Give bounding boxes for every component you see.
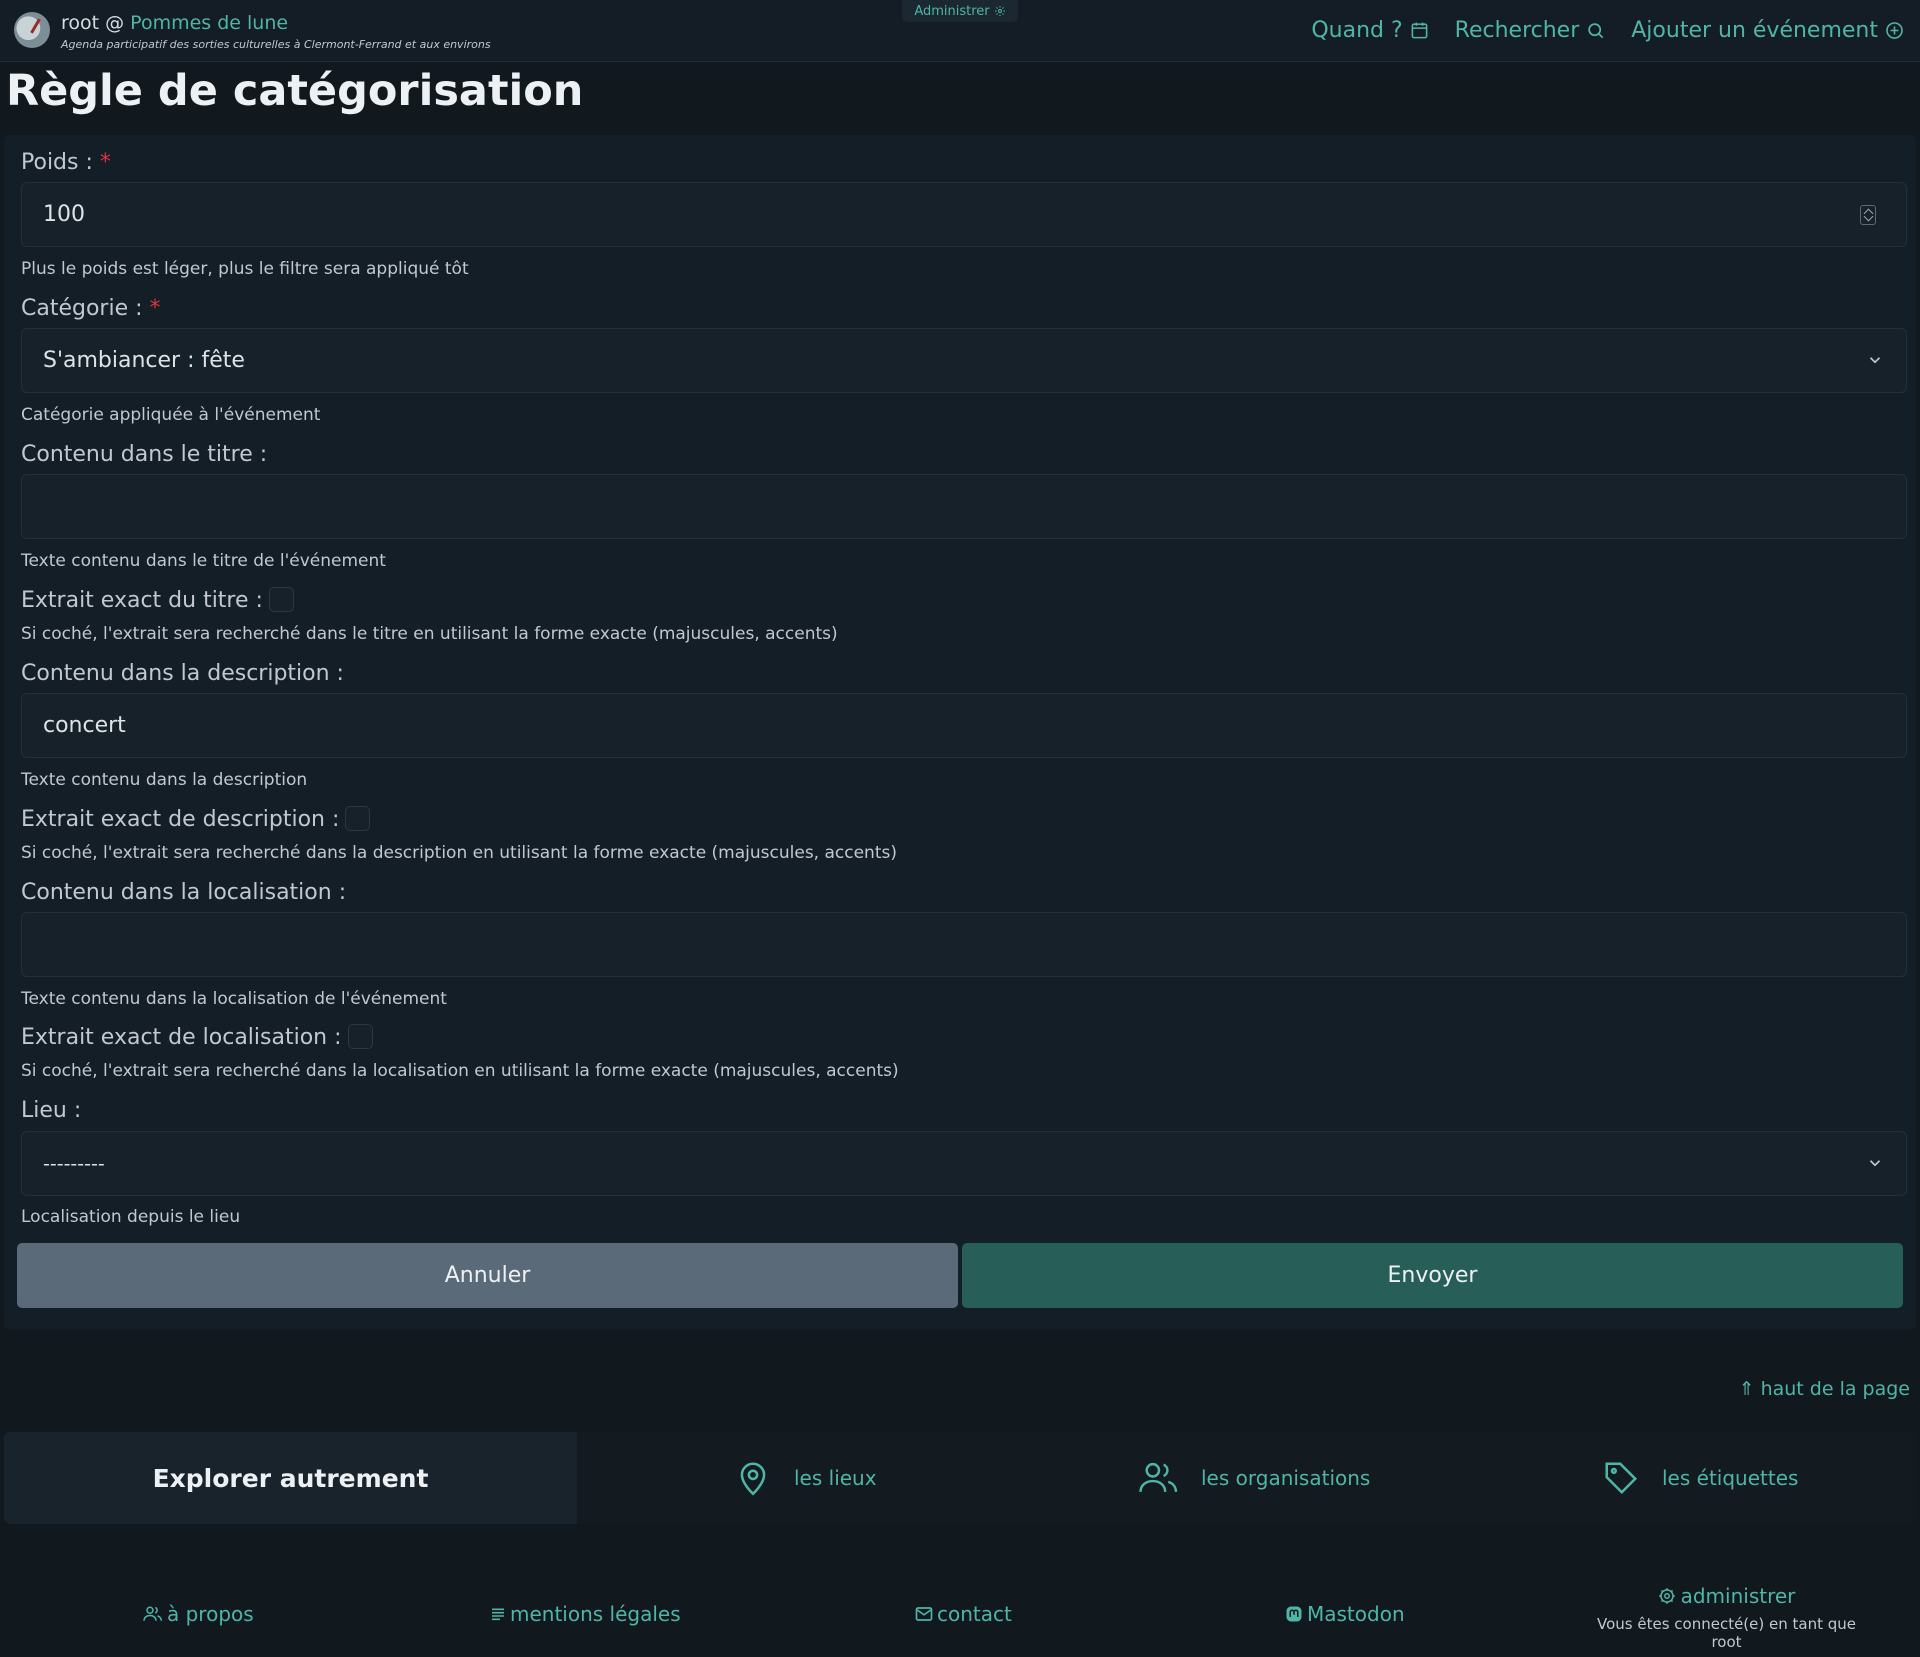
weight-input[interactable]: 100 bbox=[21, 182, 1907, 247]
users-icon bbox=[1139, 1459, 1179, 1497]
site-name-link[interactable]: Pommes de lune bbox=[130, 12, 288, 34]
desc-content-label: Contenu dans la description : bbox=[21, 661, 344, 686]
weight-label-text: Poids : bbox=[21, 150, 93, 175]
explore-organisations-label: les organisations bbox=[1201, 1466, 1371, 1490]
footer-contact-label: contact bbox=[937, 1602, 1012, 1626]
page-title: Règle de catégorisation bbox=[6, 66, 584, 116]
site-brand: root @ Pommes de lune bbox=[61, 12, 288, 34]
desc-exact-checkbox[interactable] bbox=[345, 805, 371, 831]
title-exact-help: Si coché, l'extrait sera recherché dans … bbox=[21, 624, 838, 644]
explore-title: Explorer autrement bbox=[4, 1432, 577, 1524]
weight-label: Poids : * bbox=[21, 150, 111, 175]
nav-when-label: Quand ? bbox=[1311, 18, 1403, 43]
footer-about-label: à propos bbox=[167, 1602, 254, 1626]
chevron-down-icon bbox=[1866, 351, 1884, 369]
footer-legal-link[interactable]: mentions légales bbox=[490, 1602, 681, 1626]
desc-exact-help: Si coché, l'extrait sera recherché dans … bbox=[21, 843, 897, 863]
category-select[interactable]: S'ambiancer : fête bbox=[21, 328, 1907, 393]
admin-tab-label: Administrer bbox=[914, 3, 990, 19]
footer-admin-label: administrer bbox=[1680, 1584, 1796, 1608]
desc-content-help: Texte contenu dans la description bbox=[21, 770, 308, 790]
footer-admin-block: administrer Vous êtes connecté(e) en tan… bbox=[1580, 1584, 1873, 1651]
nav-search-label: Rechercher bbox=[1454, 18, 1580, 43]
title-content-input[interactable] bbox=[21, 474, 1907, 539]
title-exact-label: Extrait exact du titre : bbox=[21, 586, 294, 614]
title-content-label: Contenu dans le titre : bbox=[21, 442, 268, 467]
required-marker: * bbox=[149, 296, 161, 321]
nav-add-event-label: Ajouter un événement bbox=[1631, 18, 1878, 43]
loc-exact-label: Extrait exact de localisation : bbox=[21, 1023, 373, 1051]
explore-organisations-link[interactable]: les organisations bbox=[1139, 1432, 1370, 1524]
back-to-top-link[interactable]: ⇑ haut de la page bbox=[1739, 1378, 1910, 1400]
map-pin-icon bbox=[734, 1459, 772, 1497]
tag-icon bbox=[1602, 1459, 1640, 1497]
title-exact-checkbox[interactable] bbox=[268, 586, 294, 612]
categorisation-rule-form: Poids : * 100 Plus le poids est léger, p… bbox=[4, 135, 1916, 1330]
category-help: Catégorie appliquée à l'événement bbox=[21, 405, 321, 425]
desc-content-input[interactable]: concert bbox=[21, 693, 1907, 758]
loc-content-help: Texte contenu dans la localisation de l'… bbox=[21, 989, 447, 1009]
category-label-text: Catégorie : bbox=[21, 296, 143, 321]
site-tagline: Agenda participatif des sorties culturel… bbox=[61, 38, 491, 51]
place-selected-value: --------- bbox=[43, 1152, 105, 1175]
main-nav: Quand ? Rechercher Ajouter un événement bbox=[1311, 18, 1904, 43]
footer-about-link[interactable]: à propos bbox=[143, 1602, 254, 1626]
search-icon bbox=[1586, 21, 1605, 40]
loc-exact-help: Si coché, l'extrait sera recherché dans … bbox=[21, 1061, 899, 1081]
number-spinner-icon[interactable] bbox=[1860, 205, 1876, 225]
mail-icon bbox=[915, 1606, 933, 1622]
loc-exact-checkbox[interactable] bbox=[347, 1023, 373, 1049]
nav-search[interactable]: Rechercher bbox=[1455, 18, 1606, 43]
explore-places-link[interactable]: les lieux bbox=[734, 1432, 877, 1524]
footer-legal-label: mentions légales bbox=[510, 1602, 681, 1626]
place-select[interactable]: --------- bbox=[21, 1131, 1907, 1196]
explore-section: Explorer autrement les lieux les organis… bbox=[4, 1432, 1916, 1524]
explore-tags-label: les étiquettes bbox=[1662, 1466, 1799, 1490]
place-label: Lieu : bbox=[21, 1098, 82, 1123]
footer-admin-link[interactable]: administrer bbox=[1658, 1584, 1796, 1608]
weight-help: Plus le poids est léger, plus le filtre … bbox=[21, 259, 469, 279]
loc-content-label: Contenu dans la localisation : bbox=[21, 880, 347, 905]
chevron-down-icon bbox=[1866, 1154, 1884, 1172]
current-user: root @ bbox=[61, 12, 131, 34]
site-logo[interactable] bbox=[14, 12, 50, 48]
loc-exact-label-text: Extrait exact de localisation : bbox=[21, 1025, 342, 1050]
desc-exact-label: Extrait exact de description : bbox=[21, 805, 371, 833]
place-help: Localisation depuis le lieu bbox=[21, 1207, 241, 1227]
loc-content-input[interactable] bbox=[21, 912, 1907, 977]
mastodon-icon bbox=[1285, 1605, 1303, 1623]
users-icon bbox=[143, 1605, 163, 1623]
explore-tags-link[interactable]: les étiquettes bbox=[1602, 1432, 1798, 1524]
cancel-button[interactable]: Annuler bbox=[17, 1243, 958, 1308]
desc-exact-label-text: Extrait exact de description : bbox=[21, 807, 340, 832]
footer-contact-link[interactable]: contact bbox=[915, 1602, 1012, 1626]
text-lines-icon bbox=[490, 1606, 506, 1622]
nav-add-event[interactable]: Ajouter un événement bbox=[1631, 18, 1904, 43]
title-content-help: Texte contenu dans le titre de l'événeme… bbox=[21, 551, 386, 571]
category-label: Catégorie : * bbox=[21, 296, 161, 321]
footer-mastodon-link[interactable]: Mastodon bbox=[1285, 1602, 1405, 1626]
gear-icon bbox=[994, 5, 1006, 17]
title-exact-label-text: Extrait exact du titre : bbox=[21, 588, 263, 613]
top-navbar: root @ Pommes de lune Agenda participati… bbox=[0, 0, 1920, 62]
admin-tab[interactable]: Administrer bbox=[902, 0, 1018, 22]
explore-places-label: les lieux bbox=[794, 1466, 877, 1490]
category-selected-value: S'ambiancer : fête bbox=[43, 348, 245, 373]
footer-mastodon-label: Mastodon bbox=[1307, 1602, 1405, 1626]
logged-in-note: Vous êtes connecté(e) en tant que root bbox=[1597, 1615, 1856, 1651]
weight-value: 100 bbox=[43, 202, 85, 227]
calendar-icon bbox=[1410, 21, 1429, 40]
gear-icon bbox=[1658, 1587, 1676, 1605]
submit-button[interactable]: Envoyer bbox=[962, 1243, 1903, 1308]
nav-when[interactable]: Quand ? bbox=[1311, 18, 1428, 43]
plus-circle-icon bbox=[1885, 21, 1904, 40]
required-marker: * bbox=[99, 150, 111, 175]
desc-content-value: concert bbox=[43, 713, 126, 738]
